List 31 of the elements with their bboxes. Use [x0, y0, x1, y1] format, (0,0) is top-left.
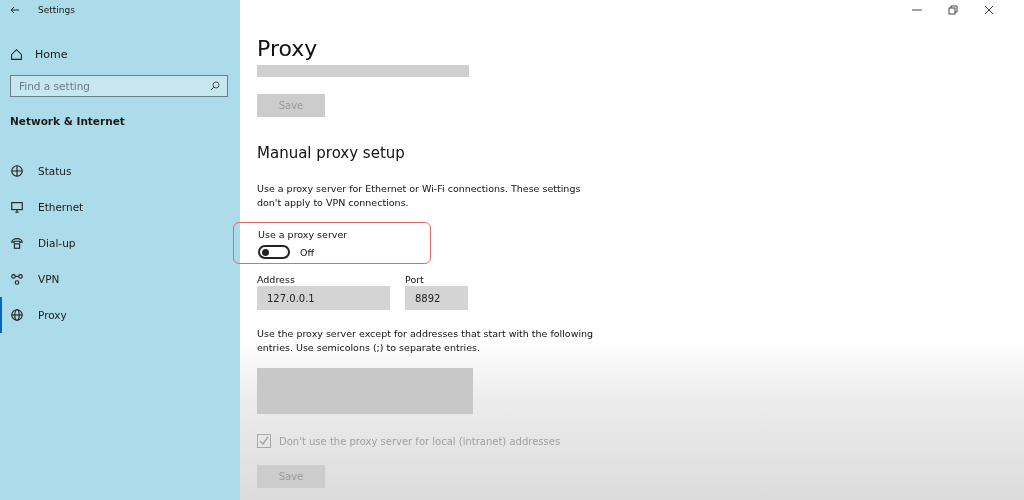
restore-icon[interactable] [948, 5, 958, 15]
globe-icon [10, 164, 24, 178]
checkbox-label: Don't use the proxy server for local (intranet) addresses [279, 435, 561, 447]
vpn-icon [10, 272, 24, 286]
search-field[interactable]: Find a setting [10, 75, 228, 97]
monitor-icon [10, 200, 24, 214]
toggle-state: Off [300, 246, 315, 258]
sidebar-item[interactable]: Dial-up [0, 225, 240, 261]
exceptions-field[interactable] [257, 368, 473, 414]
toggle-switch[interactable] [258, 245, 290, 259]
exceptions-text: Use the proxy server except for addresses that start with the following entries. Use semicolons (;) to separate entries. [257, 327, 595, 355]
sidebar-item[interactable]: VPN [0, 261, 240, 297]
description-text: Use a proxy server for Ethernet or Wi-Fi connections. These settings don't apply to VPN connections. [257, 182, 582, 210]
port-field[interactable]: 8892 [405, 286, 468, 310]
window-title: Settings [38, 5, 75, 15]
back-arrow-icon[interactable] [10, 5, 20, 15]
search-icon [210, 81, 220, 91]
section-heading: Manual proxy setup [257, 144, 405, 162]
phone-icon [10, 236, 24, 250]
close-icon[interactable] [984, 5, 994, 15]
address-field[interactable]: 127.0.0.1 [257, 286, 390, 310]
globe-icon [10, 308, 24, 322]
home-link[interactable]: Home [35, 47, 68, 61]
sidebar-item[interactable]: Ethernet [0, 189, 240, 225]
field-label: Port [405, 274, 425, 285]
page-title: Proxy [257, 36, 318, 61]
field-label: Address [257, 274, 296, 285]
sidebar-item[interactable]: Status [0, 153, 240, 189]
home-icon [10, 47, 23, 61]
toggle-label: Use a proxy server [258, 229, 349, 240]
section-heading: Network & Internet [9, 115, 126, 127]
